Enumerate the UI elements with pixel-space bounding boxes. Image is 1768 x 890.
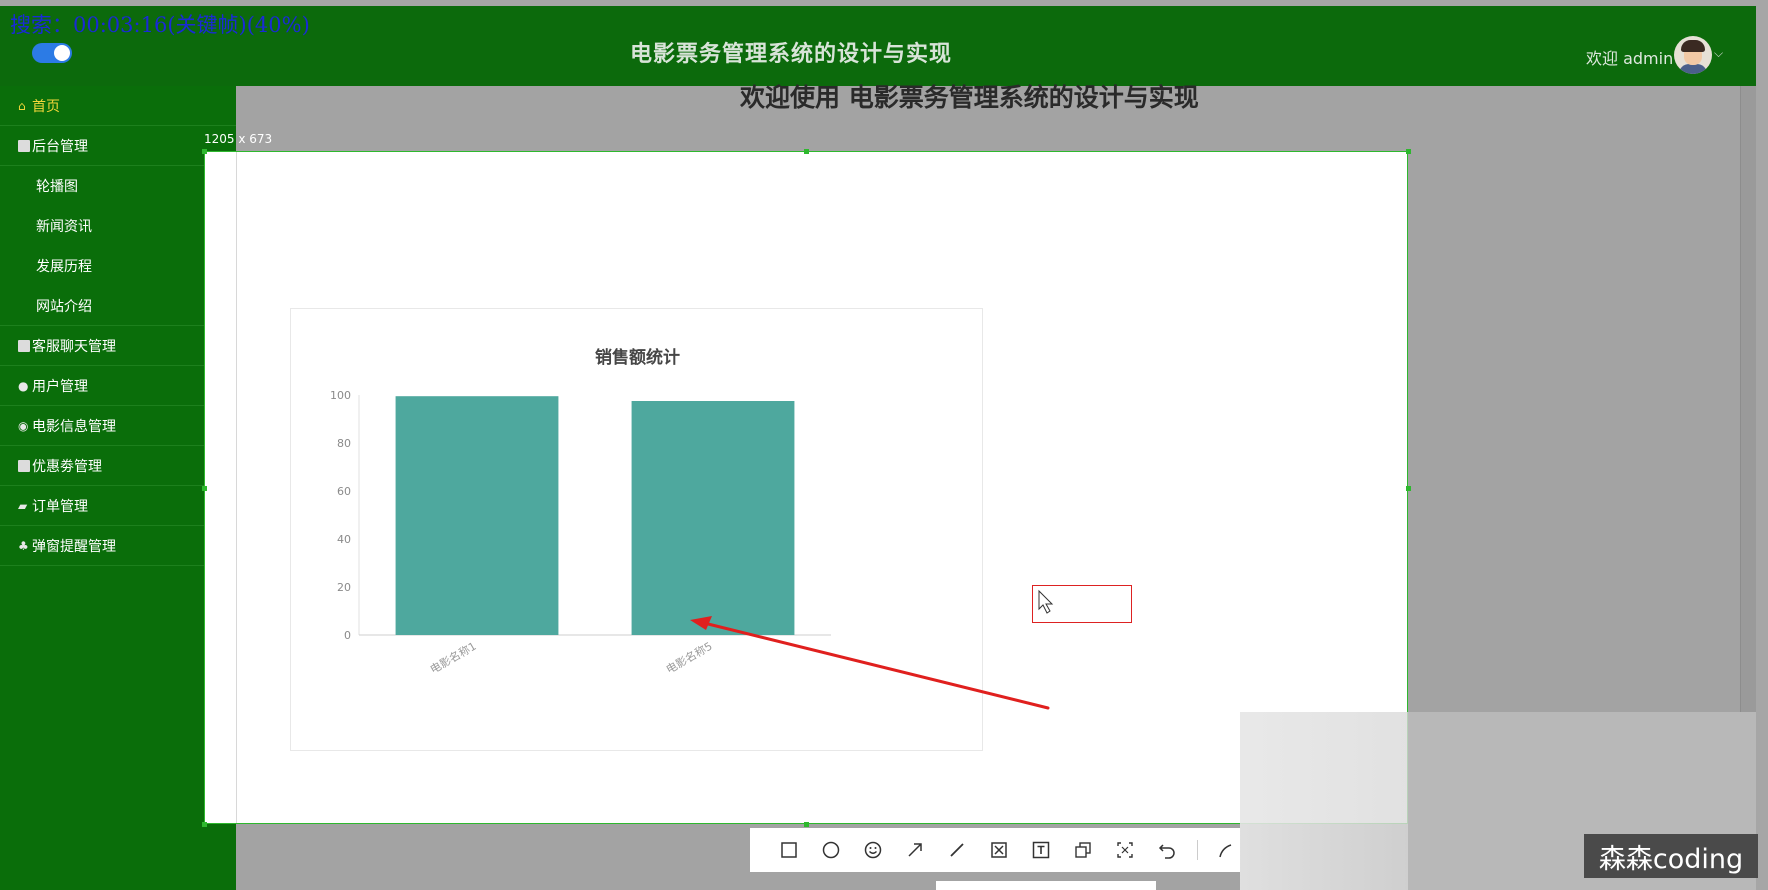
selection-size-label: 1205 x 673 <box>204 132 273 146</box>
toolbar-divider <box>1196 840 1198 860</box>
rectangle-icon[interactable] <box>776 837 801 863</box>
sidebar-item-carousel[interactable]: 轮播图 <box>0 166 236 206</box>
order-icon: ▰ <box>18 498 28 513</box>
toolbar-options-tab <box>936 881 1156 890</box>
avatar-body <box>1679 64 1707 74</box>
sidebar-item-label: 优惠劵管理 <box>32 458 102 475</box>
resize-handle-tr[interactable] <box>1406 149 1411 154</box>
sidebar-item-home[interactable]: ⌂ 首页 <box>0 86 236 126</box>
sidebar-item-label: 弹窗提醒管理 <box>32 538 116 555</box>
sidebar-item-history[interactable]: 发展历程 <box>0 246 236 286</box>
sidebar-item-users[interactable]: ● 用户管理 ﹀ <box>0 366 236 406</box>
resize-handle-tm[interactable] <box>804 149 809 154</box>
sidebar-item-admin[interactable]: 后台管理 <box>0 126 236 166</box>
sidebar-item-movies[interactable]: ◉ 电影信息管理 ﹀ <box>0 406 236 446</box>
undo-icon[interactable] <box>1155 837 1180 863</box>
sidebar-item-label: 新闻资讯 <box>36 219 92 235</box>
arrow-icon[interactable] <box>902 837 927 863</box>
chart-card: 销售额统计 0 20 40 60 80 100 电影名称1 电影名称5 <box>290 308 983 751</box>
mosaic-icon[interactable] <box>986 837 1011 863</box>
sidebar-item-coupons[interactable]: 优惠劵管理 ﹀ <box>0 446 236 486</box>
x-tick-label: 电影名称5 <box>663 639 714 677</box>
avatar-hair <box>1681 40 1705 52</box>
chevron-down-icon[interactable]: ⌵ <box>1714 46 1723 61</box>
sidebar-item-label: 电影信息管理 <box>32 418 116 435</box>
sidebar-item-orders[interactable]: ▰ 订单管理 ﹀ <box>0 486 236 526</box>
app-title: 电影票务管理系统的设计与实现 <box>630 42 953 67</box>
sidebar-item-label: 用户管理 <box>32 378 88 395</box>
sidebar-item-label: 后台管理 <box>32 138 88 155</box>
page-title: 欢迎使用 电影票务管理系统的设计与实现 <box>740 83 1199 112</box>
y-tick-label: 60 <box>337 485 351 498</box>
film-icon: ◉ <box>18 418 29 433</box>
y-tick-label: 20 <box>337 581 351 594</box>
recorder-overlay: 搜索：00:03:16(关键帧)(40%) <box>10 13 310 37</box>
sidebar-toggle[interactable] <box>32 43 72 63</box>
chart-bar <box>395 396 559 635</box>
circle-icon[interactable] <box>818 837 843 863</box>
resize-handle-bm[interactable] <box>804 822 809 827</box>
sidebar-item-label: 网站介绍 <box>36 298 92 315</box>
text-icon[interactable] <box>1029 837 1054 863</box>
watermark: 森森coding <box>1584 834 1758 878</box>
sidebar-item-label: 轮播图 <box>36 179 78 195</box>
bell-icon: ♣ <box>18 538 29 553</box>
sidebar-item-label: 订单管理 <box>32 498 88 515</box>
annotation-rectangle[interactable] <box>1032 585 1132 623</box>
bar-chart: 0 20 40 60 80 100 电影名称1 电影名称5 <box>330 389 831 677</box>
x-tick-label: 电影名称1 <box>427 639 478 677</box>
sidebar-item-chat[interactable]: 客服聊天管理 ﹀ <box>0 326 236 366</box>
user-icon: ● <box>18 378 29 393</box>
sidebar: ⌂ 首页 后台管理 轮播图 新闻资讯 发展历程 网站介绍 客服聊天管理 ﹀ ● … <box>0 86 236 890</box>
avatar[interactable] <box>1674 36 1712 74</box>
y-tick-label: 80 <box>337 437 351 450</box>
sidebar-item-label: 发展历程 <box>36 259 92 275</box>
chart-bar <box>631 401 795 635</box>
sidebar-item-about[interactable]: 网站介绍 <box>0 286 236 326</box>
pen-icon[interactable] <box>1215 837 1240 863</box>
resize-handle-bl[interactable] <box>202 822 207 827</box>
content-left-edge <box>236 152 256 823</box>
resize-handle-ml[interactable] <box>202 486 207 491</box>
grid-icon <box>18 339 30 352</box>
sidebar-item-news[interactable]: 新闻资讯 <box>0 206 236 246</box>
toggle-knob <box>54 45 70 61</box>
grid-icon <box>18 139 30 152</box>
pin-icon[interactable] <box>1071 837 1096 863</box>
sidebar-item-label: 客服聊天管理 <box>32 338 116 355</box>
y-tick-label: 0 <box>344 629 351 642</box>
grid-icon <box>18 459 30 472</box>
line-icon[interactable] <box>944 837 969 863</box>
emoji-icon[interactable] <box>860 837 885 863</box>
home-icon: ⌂ <box>18 98 26 113</box>
sidebar-item-label: 首页 <box>32 98 60 115</box>
resize-handle-mr[interactable] <box>1406 486 1411 491</box>
ocr-icon[interactable] <box>1113 837 1138 863</box>
sidebar-item-popups[interactable]: ♣ 弹窗提醒管理 ﹀ <box>0 526 236 566</box>
y-tick-label: 100 <box>330 389 351 402</box>
annotation-toolbar <box>750 828 1240 872</box>
y-tick-label: 40 <box>337 533 351 546</box>
resize-handle-tl[interactable] <box>202 149 207 154</box>
welcome-text: 欢迎 admin <box>1586 49 1674 68</box>
